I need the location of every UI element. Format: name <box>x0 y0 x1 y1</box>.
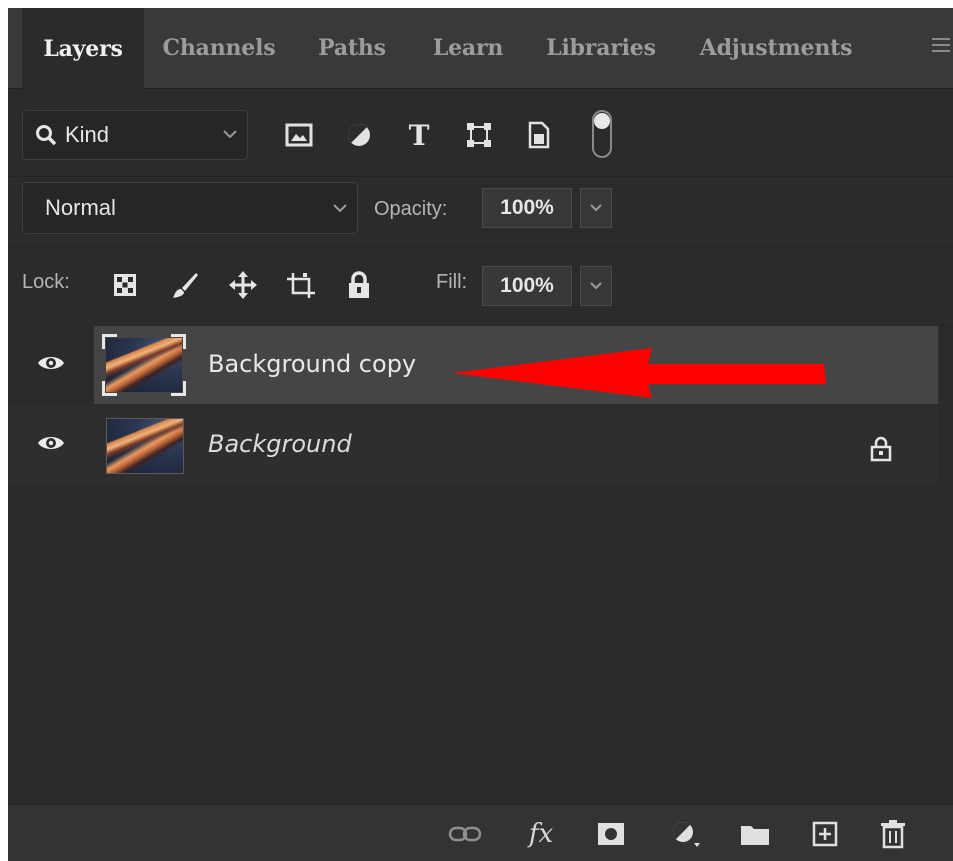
filter-kind-label: Kind <box>65 122 110 147</box>
type-filter-icon[interactable]: T <box>402 118 436 152</box>
add-mask-icon[interactable] <box>594 819 628 849</box>
lock-image-pixels-icon[interactable] <box>168 268 202 302</box>
lock-transparent-pixels-icon[interactable] <box>108 268 142 302</box>
layers-bottom-toolbar: fx <box>8 804 953 861</box>
lock-icon[interactable] <box>870 436 892 467</box>
chevron-down-icon <box>331 199 349 222</box>
lock-row: Lock: Fill: 100% <box>8 246 953 327</box>
layer-name[interactable]: Background <box>208 430 352 458</box>
adjustment-filter-icon[interactable] <box>342 118 376 152</box>
fill-input[interactable]: 100% <box>482 266 572 306</box>
layer-thumbnail[interactable] <box>102 414 186 476</box>
annotation-arrow <box>452 348 826 398</box>
image-filter-icon[interactable] <box>282 118 316 152</box>
opacity-dropdown-button[interactable] <box>580 188 612 228</box>
delete-layer-icon[interactable] <box>876 819 910 849</box>
fill-label: Fill: <box>436 271 468 293</box>
thumbnail-image <box>106 418 184 474</box>
blend-mode-row: Normal Opacity: 100% <box>8 176 953 247</box>
chevron-down-icon <box>590 204 602 212</box>
tab-adjustments[interactable]: Adjustments <box>686 8 866 88</box>
tab-paths[interactable]: Paths <box>302 8 402 88</box>
filter-kind-select[interactable]: Kind <box>22 110 248 160</box>
lock-position-icon[interactable] <box>226 268 260 302</box>
shape-filter-icon[interactable] <box>462 118 496 152</box>
chevron-down-icon <box>590 282 602 290</box>
fx-icon[interactable]: fx <box>524 819 558 849</box>
new-group-icon[interactable] <box>738 819 772 849</box>
lock-artboard-icon[interactable] <box>284 268 318 302</box>
search-icon <box>35 124 57 146</box>
opacity-input[interactable]: 100% <box>482 188 572 228</box>
lock-label: Lock: <box>22 271 70 293</box>
panel-tab-bar: Layers Channels Paths Learn Libraries Ad… <box>8 8 953 89</box>
lock-all-icon[interactable] <box>342 268 376 302</box>
chevron-down-icon <box>221 125 239 148</box>
panel-menu-icon[interactable] <box>932 38 950 58</box>
layer-row-background[interactable]: Background <box>8 406 938 484</box>
layer-name[interactable]: Background copy <box>208 350 416 378</box>
tab-layers[interactable]: Layers <box>22 8 144 89</box>
layers-panel: Layers Channels Paths Learn Libraries Ad… <box>8 8 953 861</box>
blend-mode-value: Normal <box>45 195 116 220</box>
layer-filter-row: Kind T <box>8 90 953 177</box>
link-layers-icon[interactable] <box>448 819 482 849</box>
opacity-label: Opacity: <box>374 198 448 220</box>
tab-learn[interactable]: Learn <box>418 8 518 88</box>
eye-icon[interactable] <box>36 352 66 379</box>
new-adjustment-layer-icon[interactable] <box>668 819 702 849</box>
tab-channels[interactable]: Channels <box>154 8 284 88</box>
filter-toggle-icon[interactable] <box>590 108 614 160</box>
new-layer-icon[interactable] <box>808 819 842 849</box>
smart-object-filter-icon[interactable] <box>522 118 556 152</box>
fill-dropdown-button[interactable] <box>580 266 612 306</box>
eye-icon[interactable] <box>36 432 66 459</box>
tab-libraries[interactable]: Libraries <box>536 8 666 88</box>
blend-mode-select[interactable]: Normal <box>22 182 358 234</box>
layer-thumbnail[interactable] <box>102 334 186 396</box>
